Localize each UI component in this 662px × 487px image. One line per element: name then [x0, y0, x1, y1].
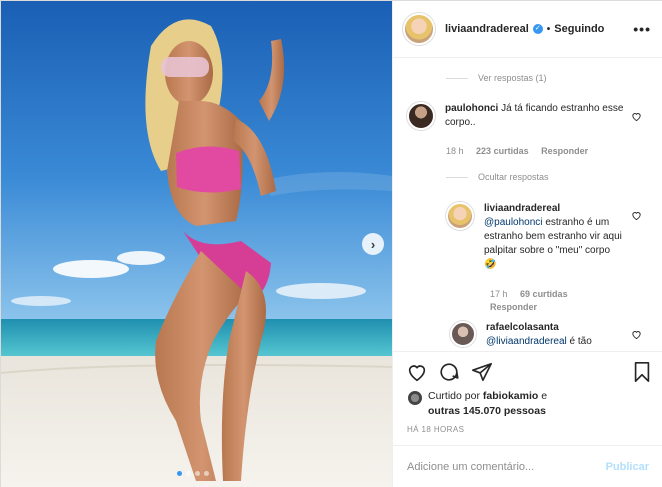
reply-username[interactable]: liviaandradereal — [484, 203, 560, 214]
hide-replies-link[interactable]: Ocultar respostas — [446, 172, 549, 182]
post-modal: › liviaandradereal ✓ • Seguindo ••• Ver … — [0, 0, 662, 487]
post-timestamp[interactable]: HÁ 18 HORAS — [407, 425, 464, 434]
author-avatar[interactable] — [403, 13, 435, 45]
replier-avatar[interactable] — [446, 202, 474, 230]
comment-body: paulohonci Já tá ficando estranho esse c… — [445, 102, 632, 130]
post-photo[interactable]: › — [1, 1, 392, 487]
add-comment-bar: Publicar — [393, 445, 662, 487]
liked-by: Curtido por fabiokamio e outras 145.070 … — [407, 389, 547, 419]
reply-item: rafaelcolasanta @liviaandradereal é tão — [450, 321, 630, 349]
publish-button[interactable]: Publicar — [606, 461, 649, 473]
reply-body: rafaelcolasanta @liviaandradereal é tão — [486, 321, 626, 349]
commenter-avatar[interactable] — [407, 102, 435, 130]
share-icon[interactable] — [471, 361, 493, 383]
liker-username[interactable]: fabiokamio — [483, 390, 538, 402]
reply-text: é tão — [569, 336, 592, 347]
hide-replies-label: Ocultar respostas — [478, 172, 549, 182]
reply-mention[interactable]: @liviaandradereal — [486, 336, 567, 347]
chevron-right-icon: › — [370, 236, 376, 252]
liked-by-connector: e — [541, 390, 548, 402]
liked-by-prefix: Curtido por — [428, 390, 480, 402]
comment-likes[interactable]: 223 curtidas — [476, 146, 529, 156]
liked-by-text: Curtido por fabiokamio e outras 145.070 … — [428, 389, 547, 419]
heart-icon[interactable] — [406, 361, 428, 383]
follow-status-button[interactable]: Seguindo — [554, 23, 604, 35]
reply-age: 17 h — [490, 289, 508, 299]
carousel-dot — [195, 471, 200, 476]
comment-input[interactable] — [407, 461, 606, 473]
carousel-dot — [204, 471, 209, 476]
reply-item: liviaandradereal @paulohonci estranho é … — [446, 202, 631, 272]
post-header: liviaandradereal ✓ • Seguindo ••• — [393, 1, 662, 58]
replier-avatar[interactable] — [450, 321, 476, 347]
post-side-panel: liviaandradereal ✓ • Seguindo ••• Ver re… — [392, 1, 662, 487]
carousel-dot — [177, 471, 182, 476]
comments-list: Ver respostas (1) paulohonci Já tá fican… — [393, 59, 662, 351]
view-replies-link[interactable]: Ver respostas (1) — [446, 73, 547, 83]
view-replies-label: Ver respostas (1) — [478, 73, 547, 83]
reply-meta: 17 h 69 curtidas Responder — [490, 288, 630, 314]
bookmark-icon[interactable] — [631, 361, 653, 383]
reply-body: liviaandradereal @paulohonci estranho é … — [484, 202, 624, 272]
liker-avatar[interactable] — [407, 390, 423, 406]
like-reply-icon[interactable] — [631, 329, 642, 340]
author-username[interactable]: liviaandradereal — [445, 23, 529, 35]
comment-age: 18 h — [446, 146, 464, 156]
carousel-dot — [186, 471, 191, 476]
verified-badge-icon: ✓ — [532, 24, 543, 34]
likes-count-link[interactable]: outras 145.070 pessoas — [428, 405, 546, 417]
comment-icon[interactable] — [438, 361, 460, 383]
like-comment-icon[interactable] — [631, 111, 642, 122]
reply-button[interactable]: Responder — [490, 302, 537, 312]
comment-username[interactable]: paulohonci — [445, 103, 498, 114]
next-slide-button[interactable]: › — [362, 233, 384, 255]
reply-likes[interactable]: 69 curtidas — [520, 289, 568, 299]
reply-username[interactable]: rafaelcolasanta — [486, 322, 559, 333]
carousel-indicator — [177, 471, 209, 476]
reply-mention[interactable]: @paulohonci — [484, 217, 543, 228]
separator-dot: • — [546, 23, 551, 35]
like-reply-icon[interactable] — [631, 210, 642, 221]
reply-button[interactable]: Responder — [541, 146, 588, 156]
more-options-icon[interactable]: ••• — [633, 21, 651, 37]
reply-line — [446, 176, 468, 178]
comment-item: paulohonci Já tá ficando estranho esse c… — [407, 102, 632, 130]
reply-line — [446, 77, 468, 79]
comment-meta: 18 h 223 curtidas Responder — [446, 146, 598, 156]
beach-photo — [1, 1, 392, 487]
